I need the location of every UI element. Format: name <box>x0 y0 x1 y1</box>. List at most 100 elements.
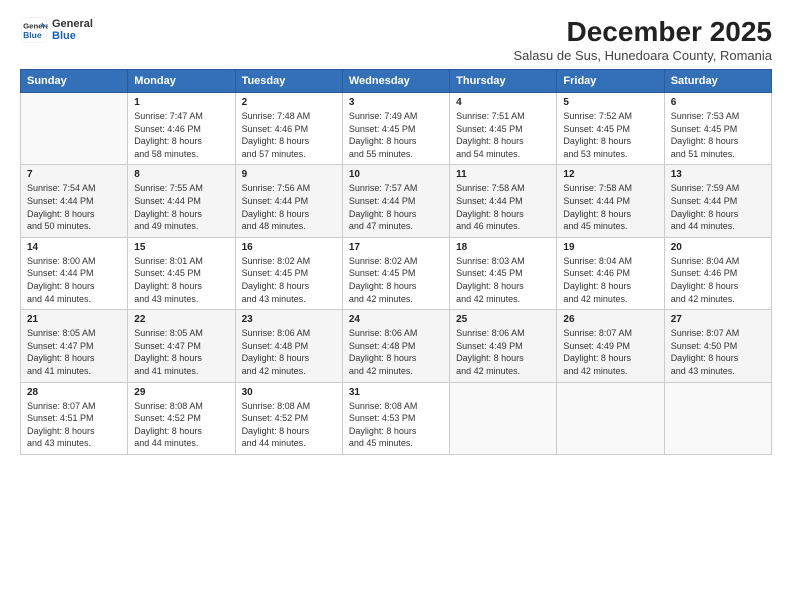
day-info: Sunrise: 8:06 AMSunset: 4:48 PMDaylight:… <box>349 327 443 377</box>
logo-line1: General <box>52 18 93 30</box>
day-number: 27 <box>671 314 765 325</box>
day-info: Sunrise: 7:56 AMSunset: 4:44 PMDaylight:… <box>242 182 336 232</box>
day-info: Sunrise: 8:06 AMSunset: 4:48 PMDaylight:… <box>242 327 336 377</box>
calendar-cell: 29Sunrise: 8:08 AMSunset: 4:52 PMDayligh… <box>128 382 235 454</box>
day-number: 17 <box>349 242 443 253</box>
logo: General Blue General Blue <box>20 16 93 44</box>
day-info: Sunrise: 8:08 AMSunset: 4:52 PMDaylight:… <box>242 400 336 450</box>
day-number: 18 <box>456 242 550 253</box>
day-info: Sunrise: 8:04 AMSunset: 4:46 PMDaylight:… <box>671 255 765 305</box>
day-number: 16 <box>242 242 336 253</box>
week-row-2: 7 Sunrise: 7:54 AMSunset: 4:44 PMDaylight… <box>21 165 772 237</box>
calendar-cell: 11 Sunrise: 7:58 AMSunset: 4:44 PMDayligh… <box>450 165 557 237</box>
day-info: Sunrise: 7:54 AMSunset: 4:44 PMDaylight:… <box>27 182 121 232</box>
day-info: Sunrise: 7:52 AMSunset: 4:45 PMDaylight:… <box>563 110 657 160</box>
calendar-cell: 2 Sunrise: 7:48 AMSunset: 4:46 PMDaylight… <box>235 93 342 165</box>
day-number: 11 <box>456 169 550 180</box>
calendar-cell: 10Sunrise: 7:57 AMSunset: 4:44 PMDayligh… <box>342 165 449 237</box>
day-number: 26 <box>563 314 657 325</box>
day-info: Sunrise: 7:58 AMSunset: 4:44 PMDaylight:… <box>456 182 550 232</box>
day-number: 1 <box>134 97 228 108</box>
day-info: Sunrise: 8:02 AMSunset: 4:45 PMDaylight:… <box>242 255 336 305</box>
calendar-cell: 13Sunrise: 7:59 AMSunset: 4:44 PMDayligh… <box>664 165 771 237</box>
calendar-cell: 3Sunrise: 7:49 AMSunset: 4:45 PMDaylight… <box>342 93 449 165</box>
calendar-cell: 12 Sunrise: 7:58 AMSunset: 4:44 PMDayligh… <box>557 165 664 237</box>
calendar-cell: 21Sunrise: 8:05 AMSunset: 4:47 PMDayligh… <box>21 310 128 382</box>
day-number: 19 <box>563 242 657 253</box>
calendar-cell: 30Sunrise: 8:08 AMSunset: 4:52 PMDayligh… <box>235 382 342 454</box>
calendar-cell: 22 Sunrise: 8:05 AMSunset: 4:47 PMDayligh… <box>128 310 235 382</box>
calendar-cell: 8 Sunrise: 7:55 AMSunset: 4:44 PMDaylight… <box>128 165 235 237</box>
week-row-3: 14 Sunrise: 8:00 AMSunset: 4:44 PMDayligh… <box>21 237 772 309</box>
day-info: Sunrise: 8:08 AMSunset: 4:53 PMDaylight:… <box>349 400 443 450</box>
day-number: 3 <box>349 97 443 108</box>
day-number: 14 <box>27 242 121 253</box>
calendar-table: SundayMondayTuesdayWednesdayThursdayFrid… <box>20 69 772 455</box>
calendar-cell: 1Sunrise: 7:47 AMSunset: 4:46 PMDaylight… <box>128 93 235 165</box>
week-row-1: 1Sunrise: 7:47 AMSunset: 4:46 PMDaylight… <box>21 93 772 165</box>
day-info: Sunrise: 7:58 AMSunset: 4:44 PMDaylight:… <box>563 182 657 232</box>
day-number: 12 <box>563 169 657 180</box>
calendar-cell: 5 Sunrise: 7:52 AMSunset: 4:45 PMDaylight… <box>557 93 664 165</box>
calendar-cell: 25 Sunrise: 8:06 AMSunset: 4:49 PMDayligh… <box>450 310 557 382</box>
day-info: Sunrise: 8:05 AMSunset: 4:47 PMDaylight:… <box>134 327 228 377</box>
day-info: Sunrise: 8:02 AMSunset: 4:45 PMDaylight:… <box>349 255 443 305</box>
main-title: December 2025 <box>514 16 772 48</box>
header: General Blue General Blue December 2025 … <box>20 16 772 63</box>
calendar-cell: 18 Sunrise: 8:03 AMSunset: 4:45 PMDayligh… <box>450 237 557 309</box>
day-number: 8 <box>134 169 228 180</box>
day-info: Sunrise: 7:48 AMSunset: 4:46 PMDaylight:… <box>242 110 336 160</box>
calendar-cell: 23Sunrise: 8:06 AMSunset: 4:48 PMDayligh… <box>235 310 342 382</box>
col-header-monday: Monday <box>128 70 235 93</box>
day-info: Sunrise: 8:04 AMSunset: 4:46 PMDaylight:… <box>563 255 657 305</box>
day-number: 22 <box>134 314 228 325</box>
day-number: 7 <box>27 169 121 180</box>
col-header-tuesday: Tuesday <box>235 70 342 93</box>
day-number: 2 <box>242 97 336 108</box>
day-number: 25 <box>456 314 550 325</box>
day-number: 5 <box>563 97 657 108</box>
day-info: Sunrise: 8:00 AMSunset: 4:44 PMDaylight:… <box>27 255 121 305</box>
day-info: Sunrise: 8:06 AMSunset: 4:49 PMDaylight:… <box>456 327 550 377</box>
day-info: Sunrise: 7:53 AMSunset: 4:45 PMDaylight:… <box>671 110 765 160</box>
calendar-cell: 20Sunrise: 8:04 AMSunset: 4:46 PMDayligh… <box>664 237 771 309</box>
calendar-cell: 27 Sunrise: 8:07 AMSunset: 4:50 PMDayligh… <box>664 310 771 382</box>
calendar-cell: 9 Sunrise: 7:56 AMSunset: 4:44 PMDaylight… <box>235 165 342 237</box>
col-header-sunday: Sunday <box>21 70 128 93</box>
day-number: 6 <box>671 97 765 108</box>
page: General Blue General Blue December 2025 … <box>0 0 792 612</box>
title-block: December 2025 Salasu de Sus, Hunedoara C… <box>514 16 772 63</box>
week-row-4: 21 Sunrise: 8:05 AMSunset: 4:47 PMDayligh… <box>21 310 772 382</box>
day-number: 9 <box>242 169 336 180</box>
calendar-cell: 28 Sunrise: 8:07 AMSunset: 4:51 PMDayligh… <box>21 382 128 454</box>
day-info: Sunrise: 8:01 AMSunset: 4:45 PMDaylight:… <box>134 255 228 305</box>
day-number: 24 <box>349 314 443 325</box>
day-number: 10 <box>349 169 443 180</box>
day-number: 28 <box>27 387 121 398</box>
subtitle: Salasu de Sus, Hunedoara County, Romania <box>514 48 772 63</box>
calendar-cell: 16 Sunrise: 8:02 AMSunset: 4:45 PMDayligh… <box>235 237 342 309</box>
calendar-cell: 26 Sunrise: 8:07 AMSunset: 4:49 PMDayligh… <box>557 310 664 382</box>
calendar-cell: 15 Sunrise: 8:01 AMSunset: 4:45 PMDayligh… <box>128 237 235 309</box>
day-number: 4 <box>456 97 550 108</box>
header-row: SundayMondayTuesdayWednesdayThursdayFrid… <box>21 70 772 93</box>
calendar-cell <box>450 382 557 454</box>
day-info: Sunrise: 8:07 AMSunset: 4:51 PMDaylight:… <box>27 400 121 450</box>
calendar-cell: 24 Sunrise: 8:06 AMSunset: 4:48 PMDayligh… <box>342 310 449 382</box>
svg-text:Blue: Blue <box>23 30 42 40</box>
week-row-5: 28 Sunrise: 8:07 AMSunset: 4:51 PMDayligh… <box>21 382 772 454</box>
calendar-cell <box>664 382 771 454</box>
day-number: 29 <box>134 387 228 398</box>
calendar-cell <box>21 93 128 165</box>
day-info: Sunrise: 7:55 AMSunset: 4:44 PMDaylight:… <box>134 182 228 232</box>
day-number: 21 <box>27 314 121 325</box>
day-info: Sunrise: 8:03 AMSunset: 4:45 PMDaylight:… <box>456 255 550 305</box>
day-info: Sunrise: 8:07 AMSunset: 4:50 PMDaylight:… <box>671 327 765 377</box>
logo-line2: Blue <box>52 30 93 42</box>
day-number: 15 <box>134 242 228 253</box>
calendar-cell: 7 Sunrise: 7:54 AMSunset: 4:44 PMDaylight… <box>21 165 128 237</box>
calendar-cell: 17 Sunrise: 8:02 AMSunset: 4:45 PMDayligh… <box>342 237 449 309</box>
col-header-wednesday: Wednesday <box>342 70 449 93</box>
day-info: Sunrise: 8:07 AMSunset: 4:49 PMDaylight:… <box>563 327 657 377</box>
calendar-cell: 4Sunrise: 7:51 AMSunset: 4:45 PMDaylight… <box>450 93 557 165</box>
